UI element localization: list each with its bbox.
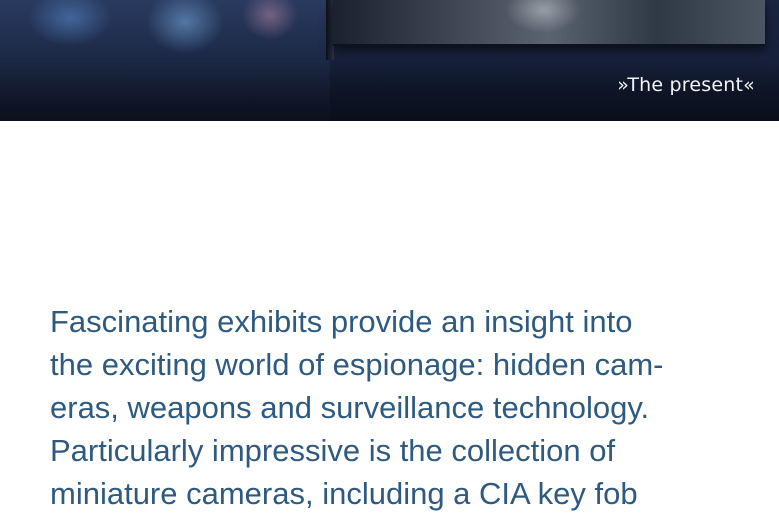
paragraph-line: the exciting world of espionage: hidden …: [50, 347, 664, 382]
hero-image: »The present«: [0, 0, 779, 121]
hero-caption: »The present«: [617, 74, 755, 96]
video-screen: [333, 0, 765, 46]
paragraph-line: eras, weapons and surveillance technolog…: [50, 390, 650, 425]
intro-paragraph: Fascinating exhibits provide an insight …: [50, 300, 740, 515]
screen-figure: [483, 0, 603, 44]
paragraph-line: Particularly impressive is the collectio…: [50, 433, 616, 468]
paragraph-line: Fascinating exhibits provide an insight …: [50, 304, 633, 339]
